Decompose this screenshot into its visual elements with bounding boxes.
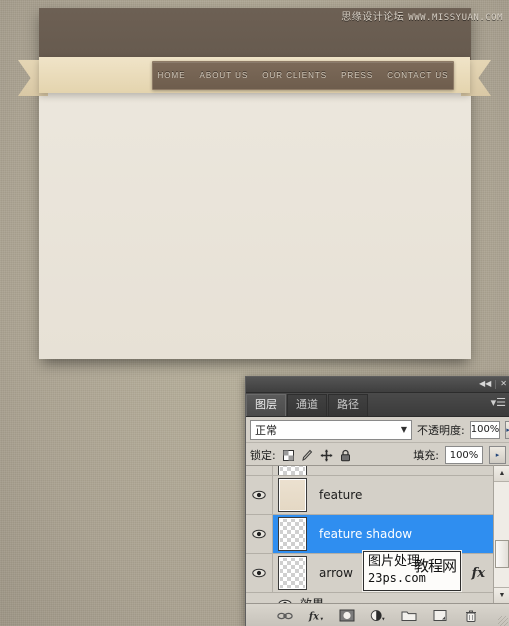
nav-item-contact-us[interactable]: CONTACT US xyxy=(380,71,455,80)
visibility-toggle-feature[interactable] xyxy=(246,476,273,514)
watermark-url-text: WWW.MISSYUAN.COM xyxy=(408,13,503,23)
layers-panel: ◀◀ ✕ 图层 通道 路径 ▾☰ 正常 ▼ 不透明度: 100% ▸ 锁定: 填… xyxy=(245,376,509,626)
blend-mode-select[interactable]: 正常 ▼ xyxy=(250,419,412,440)
layer-thumbnail-feature-shadow xyxy=(278,517,307,551)
layer-thumbnail-partial xyxy=(278,466,307,475)
table-row[interactable]: feature shadow xyxy=(246,515,493,554)
new-adjustment-layer-icon[interactable] xyxy=(370,608,386,624)
new-group-icon[interactable] xyxy=(401,608,417,624)
layer-list-scrollbar[interactable]: ▲ ▼ xyxy=(493,465,509,603)
fill-input[interactable]: 100% xyxy=(445,446,483,464)
eye-icon xyxy=(252,568,266,578)
titlebar-divider xyxy=(495,379,497,389)
lock-label: 锁定: xyxy=(250,449,276,462)
panel-tabstrip: 图层 通道 路径 ▾☰ xyxy=(246,393,509,417)
blend-mode-value: 正常 xyxy=(255,423,277,437)
layer-name-feature-shadow: feature shadow xyxy=(319,527,413,541)
scrollbar-track[interactable] xyxy=(494,482,509,587)
site-navigation: HOME ABOUT US OUR CLIENTS PRESS CONTACT … xyxy=(152,61,454,90)
lock-position-icon[interactable] xyxy=(320,449,333,462)
layer-name-arrow: arrow xyxy=(319,566,353,580)
lock-image-pixels-icon[interactable] xyxy=(301,449,314,462)
tab-paths[interactable]: 路径 xyxy=(328,394,368,416)
opacity-slider-button[interactable]: ▸ xyxy=(505,420,509,439)
titlebar-buttons: ◀◀ ✕ xyxy=(479,378,507,390)
lock-transparent-pixels-icon[interactable] xyxy=(282,449,295,462)
close-icon[interactable]: ✕ xyxy=(500,378,507,390)
screenshot-root: 思缘设计论坛 WWW.MISSYUAN.COM HOME ABOUT US OUR… xyxy=(0,0,509,626)
effects-label: 效果 xyxy=(300,595,324,603)
svg-text:fx: fx xyxy=(308,611,319,622)
table-row[interactable]: feature xyxy=(246,476,493,515)
fill-label: 填充: xyxy=(413,449,439,462)
collapse-icon[interactable]: ◀◀ xyxy=(479,378,491,390)
scroll-down-arrow-icon[interactable]: ▼ xyxy=(494,587,509,603)
layer-name-feature: feature xyxy=(319,488,363,502)
watermark-overlay-box: 图片处理 23ps.com 教程网 xyxy=(363,551,461,591)
opacity-input[interactable]: 100% xyxy=(469,420,501,439)
new-layer-icon[interactable] xyxy=(432,608,448,624)
nav-item-about-us[interactable]: ABOUT US xyxy=(193,71,256,80)
layer-effects-row[interactable]: 效果 xyxy=(246,593,493,603)
lock-all-icon[interactable] xyxy=(339,449,352,462)
panel-titlebar[interactable]: ◀◀ ✕ xyxy=(246,377,509,393)
panel-menu-icon[interactable]: ▾☰ xyxy=(491,397,506,409)
layer-thumbnail-feature xyxy=(278,478,307,512)
visibility-toggle-partial[interactable] xyxy=(246,466,273,475)
delete-layer-icon[interactable] xyxy=(463,608,479,624)
tab-channels[interactable]: 通道 xyxy=(287,394,327,416)
layer-row-partial-top[interactable] xyxy=(246,466,493,476)
fill-slider-button[interactable]: ▸ xyxy=(489,446,506,464)
site-watermark: 思缘设计论坛 WWW.MISSYUAN.COM xyxy=(341,8,503,23)
layer-fx-badge-icon[interactable]: fx xyxy=(472,566,485,581)
nav-item-our-clients[interactable]: OUR CLIENTS xyxy=(255,71,334,80)
watermark-overlap-text: 教程网 xyxy=(414,557,457,575)
site-page-body xyxy=(39,62,471,359)
lock-icon-group xyxy=(282,449,352,462)
panel-resize-grip[interactable] xyxy=(498,616,508,626)
chevron-down-icon: ▼ xyxy=(400,425,407,434)
website-mockup: 思缘设计论坛 WWW.MISSYUAN.COM HOME ABOUT US OUR… xyxy=(0,0,509,375)
opacity-label: 不透明度: xyxy=(417,423,465,437)
scroll-up-arrow-icon[interactable]: ▲ xyxy=(494,466,509,482)
panel-footer-toolbar: fx xyxy=(246,603,509,626)
eye-icon xyxy=(252,529,266,539)
visibility-toggle-arrow[interactable] xyxy=(246,554,273,592)
layer-thumbnail-arrow xyxy=(278,556,307,590)
scrollbar-thumb[interactable] xyxy=(495,539,509,568)
nav-item-home[interactable]: HOME xyxy=(151,71,193,80)
blend-mode-row: 正常 ▼ 不透明度: 100% ▸ xyxy=(246,417,509,443)
tab-layers[interactable]: 图层 xyxy=(246,394,286,416)
add-layer-mask-icon[interactable] xyxy=(339,608,355,624)
eye-icon xyxy=(252,490,266,500)
watermark-chinese-text: 思缘设计论坛 xyxy=(341,12,405,23)
visibility-toggle-feature-shadow[interactable] xyxy=(246,515,273,553)
link-layers-icon[interactable] xyxy=(277,608,293,624)
layer-style-fx-icon[interactable]: fx xyxy=(308,608,324,624)
nav-item-press[interactable]: PRESS xyxy=(334,71,380,80)
